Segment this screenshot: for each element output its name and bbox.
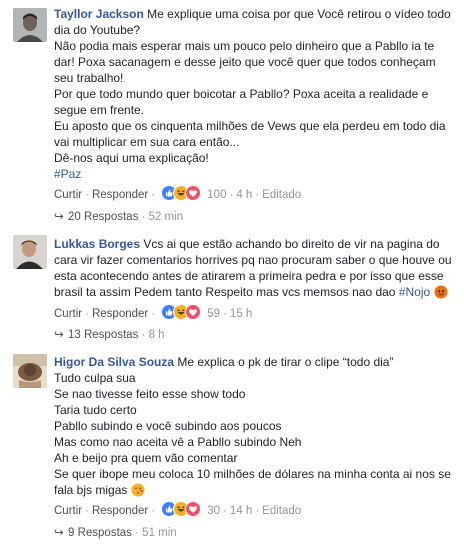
replies-time: 51 min xyxy=(142,527,177,539)
comment-text: Me explica o pk de tirar o clipe “todo d… xyxy=(177,355,394,369)
replies-count[interactable]: 13 Respostas xyxy=(68,329,138,341)
comment-text: dar! Poxa sacanagem e desse jeito que vo… xyxy=(54,55,436,69)
kissing-heart-icon xyxy=(131,483,145,497)
edited-label[interactable]: Editado xyxy=(262,189,301,201)
replies-count[interactable]: 9 Respostas xyxy=(68,527,132,539)
reaction-count[interactable]: 100 xyxy=(207,189,226,201)
comment-text: esta acontecendo antes de atirarem a pri… xyxy=(54,269,444,283)
reply-button[interactable]: Responder xyxy=(92,189,148,201)
view-replies[interactable]: ↪ 13 Respostas · 8 h xyxy=(54,327,165,343)
comment-actions: Curtir · Responder · 30 · 14 h · Editado xyxy=(54,501,301,517)
edited-label[interactable]: Editado xyxy=(262,505,301,517)
reply-arrow-icon: ↪ xyxy=(54,527,64,539)
reply-arrow-icon: ↪ xyxy=(54,211,64,223)
comment-text: seu trabalho! xyxy=(54,71,124,85)
comment-text: Por que todo mundo quer boicotar a Pabll… xyxy=(54,87,429,101)
replies-count[interactable]: 20 Respostas xyxy=(68,211,138,223)
reaction-count[interactable]: 59 xyxy=(207,308,220,320)
comment-text: Se nao tivesse feito esse show todo xyxy=(54,387,246,401)
reply-arrow-icon: ↪ xyxy=(54,329,64,341)
love-icon xyxy=(185,304,202,320)
comment-text: Eu aposto que os cinquenta milhões de Ve… xyxy=(54,119,446,133)
timestamp[interactable]: 4 h xyxy=(236,189,252,201)
comment-text: Tudo culpa sua xyxy=(54,371,136,385)
reactions[interactable] xyxy=(161,185,203,201)
reply-button[interactable]: Responder xyxy=(92,505,148,517)
comment-text: Pabllo subindo e você subindo aos poucos xyxy=(54,419,282,433)
timestamp[interactable]: 15 h xyxy=(230,308,252,320)
reply-button[interactable]: Responder xyxy=(92,308,148,320)
avatar[interactable] xyxy=(13,235,47,269)
comment-text: Vcs ai que estão achando bo direito de v… xyxy=(143,237,440,251)
like-button[interactable]: Curtir xyxy=(54,189,82,201)
comment-lukkas: Lukkas Borges Vcs ai que estão achando b… xyxy=(0,228,464,346)
replies-time: 52 min xyxy=(148,211,184,223)
view-replies[interactable]: ↪ 20 Respostas · 52 min xyxy=(54,209,183,225)
comment-tayllor: Tayllor Jackson Me explique uma coisa po… xyxy=(0,0,464,228)
comment-text: Me explique uma coisa por que Você retir… xyxy=(147,7,451,21)
comment-actions: Curtir · Responder · 59 · 15 h xyxy=(54,304,252,320)
comment-text: Dê-nos aqui uma explicação! xyxy=(54,151,209,165)
comment-text: fala bjs migas xyxy=(54,483,128,497)
reactions[interactable] xyxy=(161,501,203,517)
comment-higor: Higor Da Silva Souza Me explica o pk de … xyxy=(0,346,464,544)
hashtag-link[interactable]: #Paz xyxy=(54,167,81,181)
author-name[interactable]: Lukkas Borges xyxy=(54,237,140,251)
like-button[interactable]: Curtir xyxy=(54,505,82,517)
love-icon xyxy=(185,185,202,201)
avatar[interactable] xyxy=(13,8,47,42)
reaction-count[interactable]: 30 xyxy=(207,505,220,517)
comment-text: cara vir fazer comentarios horrives pq n… xyxy=(54,253,452,267)
comment-text: Taria tudo certo xyxy=(54,403,137,417)
reactions[interactable] xyxy=(161,304,203,320)
author-name[interactable]: Tayllor Jackson xyxy=(54,7,144,21)
angry-face-icon xyxy=(433,285,448,299)
comment-text: Não podia mais esperar mais um pouco pel… xyxy=(54,39,435,53)
author-name[interactable]: Higor Da Silva Souza xyxy=(54,355,174,369)
like-button[interactable]: Curtir xyxy=(54,308,82,320)
comment-text: segue em frente. xyxy=(54,103,145,117)
comment-text: vai multiplicar em sua cara então... xyxy=(54,135,240,149)
comment-text: Se quer ibope meu coloca 10 milhões de d… xyxy=(54,467,451,481)
comment-text: Mas como nao aceita vê a Pabllo subindo … xyxy=(54,435,302,449)
comment-text: dia do Youtube? xyxy=(54,23,141,37)
comment-actions: Curtir · Responder · 100 · 4 h · Editado xyxy=(54,185,301,201)
view-replies[interactable]: ↪ 9 Respostas · 51 min xyxy=(54,525,177,541)
comment-text: brasil ta assim Pedem tanto Respeito mas… xyxy=(54,285,396,299)
timestamp[interactable]: 14 h xyxy=(230,505,252,517)
comment-text: Ah e beijo pra quem vão comentar xyxy=(54,451,238,465)
love-icon xyxy=(185,501,202,517)
replies-time: 8 h xyxy=(148,329,165,341)
hashtag-link[interactable]: #Nojo xyxy=(399,285,430,299)
avatar[interactable] xyxy=(13,354,47,388)
